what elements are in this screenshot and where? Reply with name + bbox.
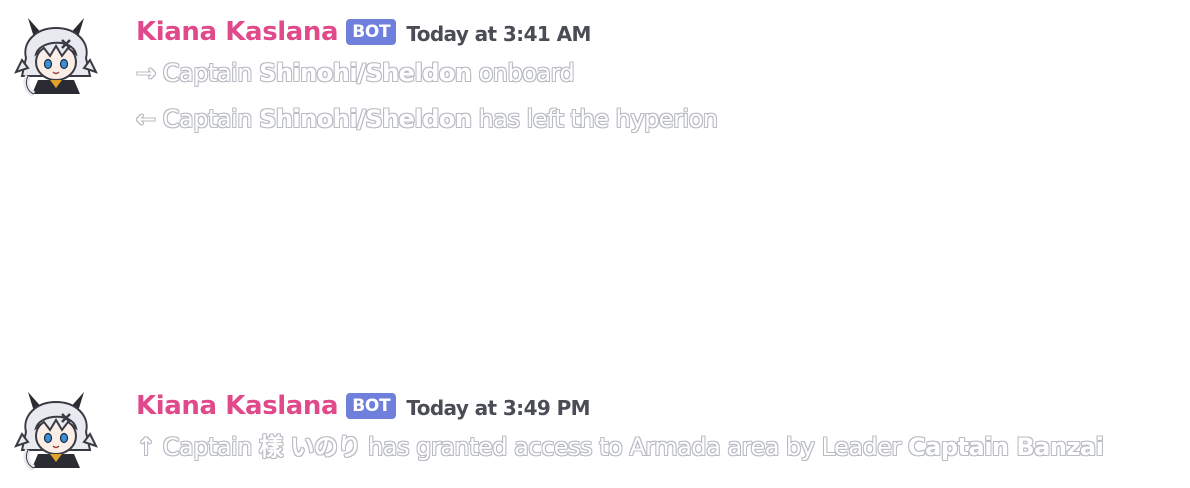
message-timestamp[interactable]: Today at 3:49 PM bbox=[406, 396, 590, 420]
bot-badge: BOT bbox=[346, 393, 397, 419]
message-content: Kiana Kaslana BOT Today at 3:41 AM → Cap… bbox=[136, 14, 1190, 142]
line-prefix: ↑ Captain bbox=[136, 433, 260, 461]
message-content: Kiana Kaslana BOT Today at 3:49 PM ↑ Cap… bbox=[136, 388, 1190, 470]
line-suffix: has left the hyperion bbox=[471, 105, 718, 133]
line-prefix: → Captain bbox=[136, 59, 260, 87]
message-line: ← Captain Shinohi/Sheldon has left the h… bbox=[136, 96, 1190, 142]
captain-name: 樣 いのり bbox=[259, 433, 361, 461]
captain-name: Shinohi/Sheldon bbox=[259, 105, 472, 133]
message-header: Kiana Kaslana BOT Today at 3:49 PM bbox=[136, 388, 1190, 424]
line-suffix: onboard bbox=[471, 59, 575, 87]
author-name[interactable]: Kiana Kaslana bbox=[136, 17, 339, 47]
kiana-avatar-icon[interactable] bbox=[14, 14, 98, 98]
author-name[interactable]: Kiana Kaslana bbox=[136, 391, 339, 421]
message-line: → Captain Shinohi/Sheldon onboard bbox=[136, 50, 1190, 96]
bot-badge: BOT bbox=[346, 19, 397, 45]
message-line: ↑ Captain 樣 いのり has granted access to Ar… bbox=[136, 424, 1190, 470]
line-middle: has granted access to Armada area by Lea… bbox=[360, 433, 909, 461]
leader-name: Captain Banzai bbox=[908, 433, 1104, 461]
message-timestamp[interactable]: Today at 3:41 AM bbox=[406, 22, 591, 46]
line-prefix: ← Captain bbox=[136, 105, 260, 133]
captain-name: Shinohi/Sheldon bbox=[259, 59, 472, 87]
kiana-avatar-icon[interactable] bbox=[14, 388, 98, 472]
message-header: Kiana Kaslana BOT Today at 3:41 AM bbox=[136, 14, 1190, 50]
